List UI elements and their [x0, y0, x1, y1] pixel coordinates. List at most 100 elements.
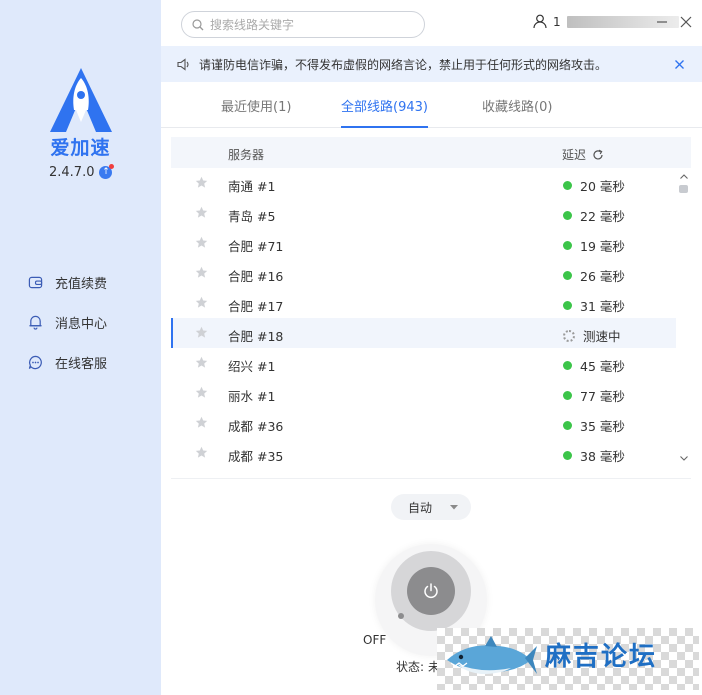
status-label: 状态: [396, 660, 425, 674]
status-dot-icon [563, 421, 572, 430]
mode-value: 自动 [408, 500, 433, 515]
sidebar-item-label: 充值续费 [55, 276, 108, 292]
server-row[interactable]: 南通 #1 20 毫秒 [171, 168, 676, 198]
top-bar: 1 [161, 0, 702, 46]
status-dot-icon [563, 181, 572, 190]
wallet-icon [27, 274, 43, 290]
search-box[interactable] [181, 11, 425, 38]
star-icon[interactable] [195, 296, 208, 309]
user-icon [533, 14, 547, 29]
route-tabs: 最近使用(1) 全部线路(943) 收藏线路(0) [161, 90, 702, 128]
minimize-icon [657, 21, 667, 23]
server-name: 合肥 #71 [228, 239, 284, 254]
star-icon[interactable] [195, 326, 208, 339]
star-icon[interactable] [195, 236, 208, 249]
notice-close-button[interactable] [672, 57, 686, 71]
mode-dropdown[interactable]: 自动 [391, 494, 471, 520]
latency-cell: 35 毫秒 [563, 416, 625, 435]
server-row[interactable]: 合肥 #16 26 毫秒 [171, 258, 676, 288]
latency-cell: 19 毫秒 [563, 236, 625, 255]
main-panel: 1 请谨防电信诈骗，不得发布虚假的网络言论，禁止用于任何形式的网络攻击。 最近使… [161, 0, 702, 695]
server-row[interactable]: 丽水 #1 77 毫秒 [171, 378, 676, 408]
chat-icon [27, 354, 43, 370]
latency-cell: 测速中 [563, 326, 621, 345]
close-icon [680, 16, 692, 28]
server-row-selected[interactable]: 合肥 #18 测速中 [171, 318, 676, 348]
version-number: 2.4.7.0 [49, 165, 95, 180]
sidebar-item-label: 消息中心 [55, 316, 108, 332]
search-input[interactable] [210, 17, 410, 32]
latency-value: 20 毫秒 [580, 179, 625, 194]
latency-cell: 26 毫秒 [563, 266, 625, 285]
refresh-icon[interactable] [592, 149, 604, 161]
sidebar-item-support[interactable]: 在线客服 [27, 342, 107, 382]
server-row[interactable]: 成都 #36 35 毫秒 [171, 408, 676, 438]
power-indicator-knob [398, 613, 404, 619]
server-name: 合肥 #18 [228, 329, 284, 344]
forum-watermark: 麻吉论坛 [437, 628, 699, 690]
tab-favorites[interactable]: 收藏线路(0) [482, 96, 552, 128]
star-icon[interactable] [195, 206, 208, 219]
bell-icon [27, 314, 43, 330]
chevron-down-icon [450, 504, 459, 509]
app-name: 爱加速 [50, 137, 111, 159]
username-initial: 1 [553, 14, 561, 29]
search-icon [192, 18, 204, 30]
latency-cell: 45 毫秒 [563, 356, 625, 375]
latency-value: 38 毫秒 [580, 449, 625, 464]
latency-value: 45 毫秒 [580, 359, 625, 374]
list-scrollbar[interactable] [676, 168, 691, 468]
power-icon [424, 583, 438, 599]
shark-logo-icon [447, 636, 537, 674]
server-name: 合肥 #17 [228, 299, 284, 314]
server-name: 合肥 #16 [228, 269, 284, 284]
sidebar-item-label: 在线客服 [55, 356, 108, 372]
star-icon[interactable] [195, 416, 208, 429]
scroll-down-icon[interactable] [680, 454, 688, 462]
star-icon[interactable] [195, 356, 208, 369]
status-dot-icon [563, 241, 572, 250]
power-button[interactable] [407, 567, 455, 615]
latency-value: 26 毫秒 [580, 269, 625, 284]
notice-bar: 请谨防电信诈骗，不得发布虚假的网络言论，禁止用于任何形式的网络攻击。 [161, 46, 702, 82]
scroll-thumb[interactable] [679, 185, 688, 193]
tab-recent[interactable]: 最近使用(1) [221, 96, 291, 128]
latency-cell: 77 毫秒 [563, 386, 625, 405]
close-window-button[interactable] [678, 14, 694, 30]
server-name: 成都 #36 [228, 419, 284, 434]
status-dot-icon [563, 391, 572, 400]
connection-status: 状态: 未 [396, 658, 440, 675]
notice-text: 请谨防电信诈骗，不得发布虚假的网络言论，禁止用于任何形式的网络攻击。 [199, 57, 608, 72]
star-icon[interactable] [195, 266, 208, 279]
server-row[interactable]: 合肥 #17 31 毫秒 [171, 288, 676, 318]
server-row[interactable]: 青岛 #5 22 毫秒 [171, 198, 676, 228]
update-icon[interactable]: ↑ [99, 164, 115, 179]
sidebar-item-recharge[interactable]: 充值续费 [27, 262, 107, 302]
tab-all-routes[interactable]: 全部线路(943) [341, 96, 428, 128]
status-dot-icon [563, 271, 572, 280]
status-dot-icon [563, 451, 572, 460]
server-row[interactable]: 成都 #35 38 毫秒 [171, 438, 676, 468]
server-row[interactable]: 绍兴 #1 45 毫秒 [171, 348, 676, 378]
star-icon[interactable] [195, 176, 208, 189]
latency-cell: 20 毫秒 [563, 176, 625, 195]
sidebar: 爱加速 2.4.7.0 ↑ 充值续费 消息中心 在线客服 [0, 0, 161, 695]
watermark-text: 麻吉论坛 [545, 642, 658, 672]
sidebar-item-messages[interactable]: 消息中心 [27, 302, 107, 342]
status-dot-icon [563, 301, 572, 310]
server-list: 服务器 延迟 南通 #1 20 毫秒 青岛 #5 22 毫秒 合肥 #71 19… [171, 137, 691, 468]
server-name: 南通 #1 [228, 179, 276, 194]
latency-value: 77 毫秒 [580, 389, 625, 404]
close-icon [674, 59, 684, 69]
minimize-button[interactable] [654, 14, 670, 30]
server-row[interactable]: 合肥 #71 19 毫秒 [171, 228, 676, 258]
star-icon[interactable] [195, 386, 208, 399]
status-dot-icon [563, 361, 572, 370]
list-header: 服务器 延迟 [171, 137, 691, 168]
latency-value: 22 毫秒 [580, 209, 625, 224]
star-icon[interactable] [195, 446, 208, 459]
sidebar-menu: 充值续费 消息中心 在线客服 [27, 262, 107, 382]
latency-value: 35 毫秒 [580, 419, 625, 434]
latency-cell: 31 毫秒 [563, 296, 625, 315]
scroll-up-icon[interactable] [680, 172, 688, 180]
